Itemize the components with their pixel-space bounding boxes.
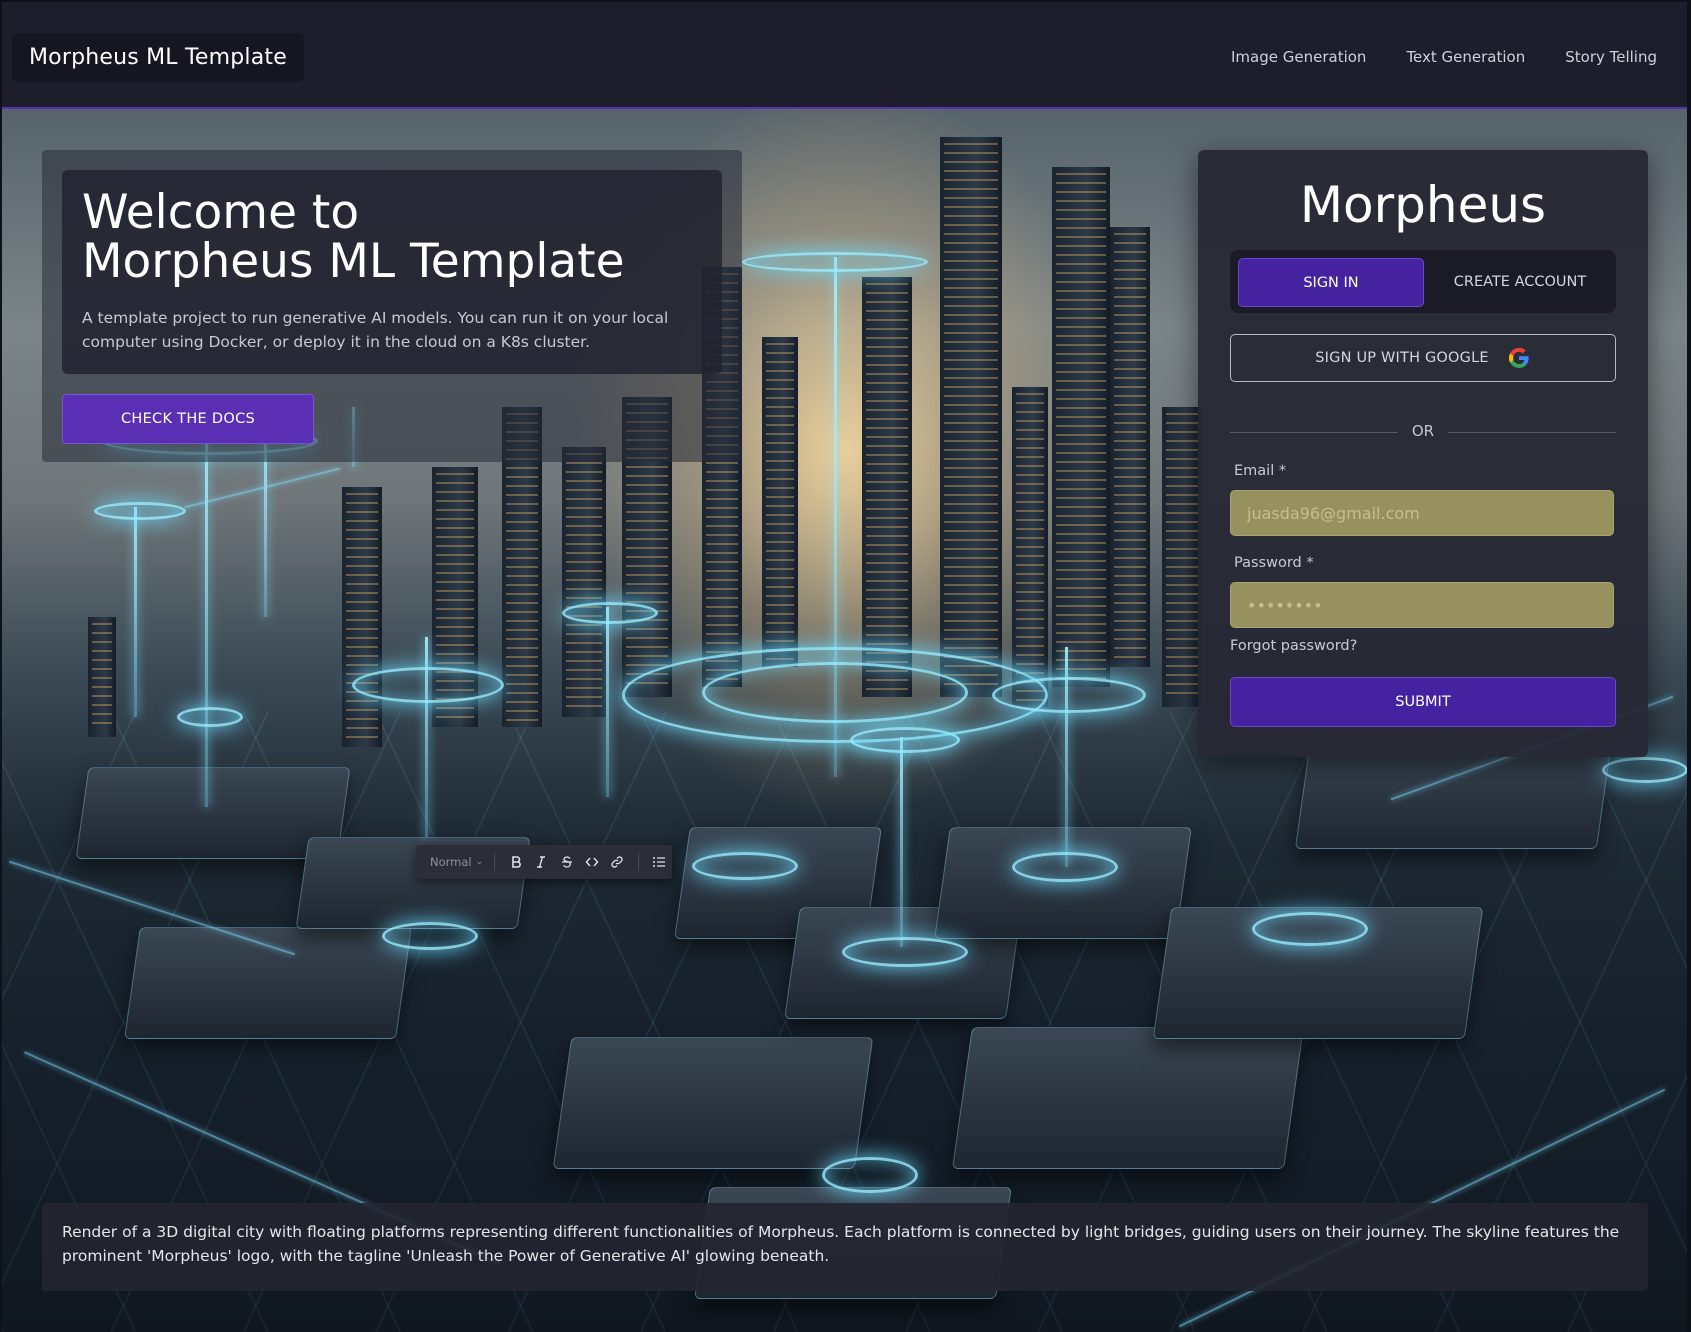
strikethrough-button[interactable]	[554, 849, 579, 875]
tower	[862, 277, 912, 697]
light-beam	[264, 437, 267, 617]
italic-icon	[537, 856, 546, 868]
auth-tabs: SIGN IN CREATE ACCOUNT	[1230, 250, 1616, 313]
italic-button[interactable]	[529, 849, 554, 875]
halo-ring	[382, 922, 478, 950]
halo-ring	[1252, 912, 1368, 946]
bullet-list-button[interactable]	[647, 849, 672, 875]
tower	[762, 337, 798, 667]
halo-ring	[94, 502, 186, 520]
password-label: Password *	[1234, 555, 1314, 571]
password-field[interactable]	[1230, 582, 1614, 628]
hero-title: Welcome to Morpheus ML Template	[82, 188, 625, 286]
rich-text-toolbar: Normal ⌄	[416, 845, 672, 879]
nav-story-telling[interactable]: Story Telling	[1565, 48, 1657, 66]
halo-ring	[562, 602, 658, 624]
tower	[342, 487, 382, 747]
halo-ring	[1602, 757, 1687, 783]
toolbar-separator	[494, 853, 496, 871]
tower	[1052, 167, 1110, 687]
hero-description: A template project to run generative AI …	[82, 309, 669, 351]
light-beam	[134, 507, 137, 717]
bullet-list-icon	[653, 857, 666, 867]
link-icon	[611, 856, 623, 868]
platform	[934, 827, 1192, 939]
tab-sign-in[interactable]: SIGN IN	[1238, 258, 1424, 307]
code-icon	[585, 857, 599, 867]
format-select-value: Normal	[430, 855, 472, 869]
nav-image-generation[interactable]: Image Generation	[1231, 48, 1366, 66]
or-label: OR	[1411, 422, 1435, 440]
code-button[interactable]	[579, 849, 604, 875]
tower	[562, 447, 606, 717]
check-docs-button[interactable]: CHECK THE DOCS	[62, 394, 314, 444]
tower	[88, 617, 116, 737]
halo-ring	[177, 707, 243, 727]
halo-ring	[352, 667, 504, 703]
chevron-down-icon: ⌄	[475, 857, 484, 867]
tower	[940, 137, 1002, 697]
halo-ring	[692, 852, 798, 880]
main-nav: Image Generation Text Generation Story T…	[1231, 48, 1657, 66]
tower	[1162, 407, 1202, 707]
google-signup-label: SIGN UP WITH GOOGLE	[1315, 350, 1489, 366]
brand-logo[interactable]: Morpheus ML Template	[12, 33, 304, 82]
halo-ring	[842, 937, 968, 967]
halo-ring	[742, 252, 928, 272]
platform	[952, 1027, 1304, 1169]
halo-ring	[702, 662, 968, 723]
platform	[552, 1037, 874, 1169]
light-beam	[606, 607, 609, 797]
image-caption: Render of a 3D digital city with floatin…	[42, 1203, 1648, 1291]
divider-line	[1448, 432, 1616, 433]
google-signup-button[interactable]: SIGN UP WITH GOOGLE	[1230, 334, 1616, 382]
light-beam	[900, 737, 903, 947]
email-field[interactable]	[1230, 490, 1614, 536]
link-button[interactable]	[604, 849, 629, 875]
auth-title: Morpheus	[1299, 176, 1547, 234]
tower	[1012, 387, 1048, 707]
halo-ring	[1012, 852, 1118, 882]
or-divider: OR	[1230, 422, 1616, 442]
halo-ring	[822, 1157, 918, 1193]
bold-button[interactable]	[503, 849, 528, 875]
top-navbar: Morpheus ML Template Image Generation Te…	[2, 2, 1687, 109]
halo-ring	[850, 727, 960, 753]
halo-ring	[992, 677, 1146, 713]
hero-card: Welcome to Morpheus ML Template A templa…	[62, 170, 722, 374]
platform	[1294, 747, 1612, 849]
light-beam	[205, 437, 208, 807]
bold-icon	[512, 856, 521, 868]
format-select[interactable]: Normal ⌄	[430, 855, 486, 869]
toolbar-separator	[637, 853, 639, 871]
strikethrough-icon	[561, 856, 572, 868]
email-label: Email *	[1234, 463, 1287, 479]
tower	[1110, 227, 1150, 667]
hero-title-line-2: Morpheus ML Template	[82, 234, 625, 289]
forgot-password-link[interactable]: Forgot password?	[1230, 638, 1357, 654]
google-icon	[1508, 347, 1529, 369]
nav-text-generation[interactable]: Text Generation	[1406, 48, 1525, 66]
submit-button[interactable]: SUBMIT	[1230, 677, 1616, 727]
hero-title-line-1: Welcome to	[82, 185, 360, 240]
tab-create-account[interactable]: CREATE ACCOUNT	[1430, 258, 1610, 305]
auth-card: Morpheus SIGN IN CREATE ACCOUNT SIGN UP …	[1198, 150, 1648, 757]
